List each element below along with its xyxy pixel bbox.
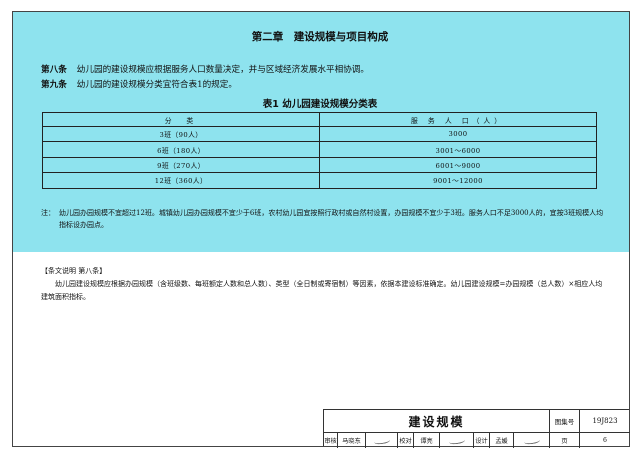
explanation-heading: 【条文说明 第八条】 — [41, 267, 107, 275]
signature-row: 审核 马晓东 校对 谭亮 设计 孟媛 页 6 — [324, 432, 630, 448]
article-text: 幼儿园的建设规模应根据服务人口数量决定，并与区域经济发展水平相协调。 — [76, 65, 369, 75]
scale-classification-table: 分 类 服 务 人 口（人） 3班（90人） 3000 6班（180人） 300… — [42, 112, 597, 189]
reviewer-name: 马晓东 — [338, 433, 366, 448]
table-row: 9班（270人） 6001～9000 — [42, 156, 597, 174]
chapter-title: 第二章 建设规模与项目构成 — [251, 31, 389, 43]
table-row: 3班（90人） 3000 — [42, 125, 597, 143]
drawing-title: 建设规模 — [324, 410, 550, 432]
article-9: 第九条 幼儿园的建设规模分类宜符合表1的规定。 — [41, 78, 237, 90]
drawing-title-block: 建设规模 图集号 19J823 审核 马晓东 校对 谭亮 设计 孟媛 页 6 — [323, 409, 630, 448]
signature-mark — [373, 436, 390, 445]
signature-mark — [523, 436, 540, 445]
designer-signature — [514, 433, 550, 448]
table-cell: 3001～6000 — [319, 141, 597, 158]
table-cell: 6001～9000 — [319, 156, 597, 174]
review-label: 审核 — [324, 433, 338, 448]
page-label: 页 — [550, 433, 580, 448]
table-title: 表1 幼儿园建设规模分类表 — [262, 99, 378, 110]
article-8: 第八条 幼儿园的建设规模应根据服务人口数量决定，并与区域经济发展水平相协调。 — [41, 63, 369, 75]
table-row: 12班（360人） 9001～12000 — [42, 172, 597, 189]
table-note: 注： 幼儿园办园规模不宜超过12班。城镇幼儿园办园规模不宜少于6班，农村幼儿园宜… — [41, 207, 606, 231]
atlas-number: 19J823 — [592, 417, 618, 425]
note-text: 幼儿园办园规模不宜超过12班。城镇幼儿园办园规模不宜少于6班，农村幼儿园宜按照行… — [59, 209, 604, 229]
table-cell: 9001～12000 — [319, 172, 597, 189]
explanation-text: 幼儿园建设规模应根据办园规模（含班级数、每班额定人数和总人数）、类型（全日制或寄… — [41, 280, 603, 301]
table-header-row: 分 类 服 务 人 口（人） — [42, 112, 597, 127]
designer-name: 孟媛 — [490, 433, 514, 448]
column-header-category: 分 类 — [42, 112, 320, 127]
article-number: 第八条 — [41, 65, 67, 75]
table-cell: 9班（270人） — [42, 156, 320, 174]
design-label: 设计 — [474, 433, 490, 448]
note-lead: 注： — [41, 209, 55, 217]
reviewer-signature — [366, 433, 398, 448]
column-header-population: 服 务 人 口（人） — [319, 112, 597, 127]
check-label: 校对 — [398, 433, 414, 448]
atlas-number-label: 图集号 — [550, 410, 580, 432]
page-number: 6 — [603, 437, 607, 444]
checker-name: 谭亮 — [414, 433, 440, 448]
checker-signature — [440, 433, 474, 448]
signature-mark — [448, 436, 465, 445]
table-cell: 3班（90人） — [42, 125, 320, 143]
table-cell: 12班（360人） — [42, 172, 320, 189]
table-row: 6班（180人） 3001～6000 — [42, 141, 597, 158]
table-cell: 6班（180人） — [42, 141, 320, 158]
table-cell: 3000 — [319, 125, 597, 143]
article-text: 幼儿园的建设规模分类宜符合表1的规定。 — [76, 80, 237, 90]
article-number: 第九条 — [41, 80, 67, 90]
